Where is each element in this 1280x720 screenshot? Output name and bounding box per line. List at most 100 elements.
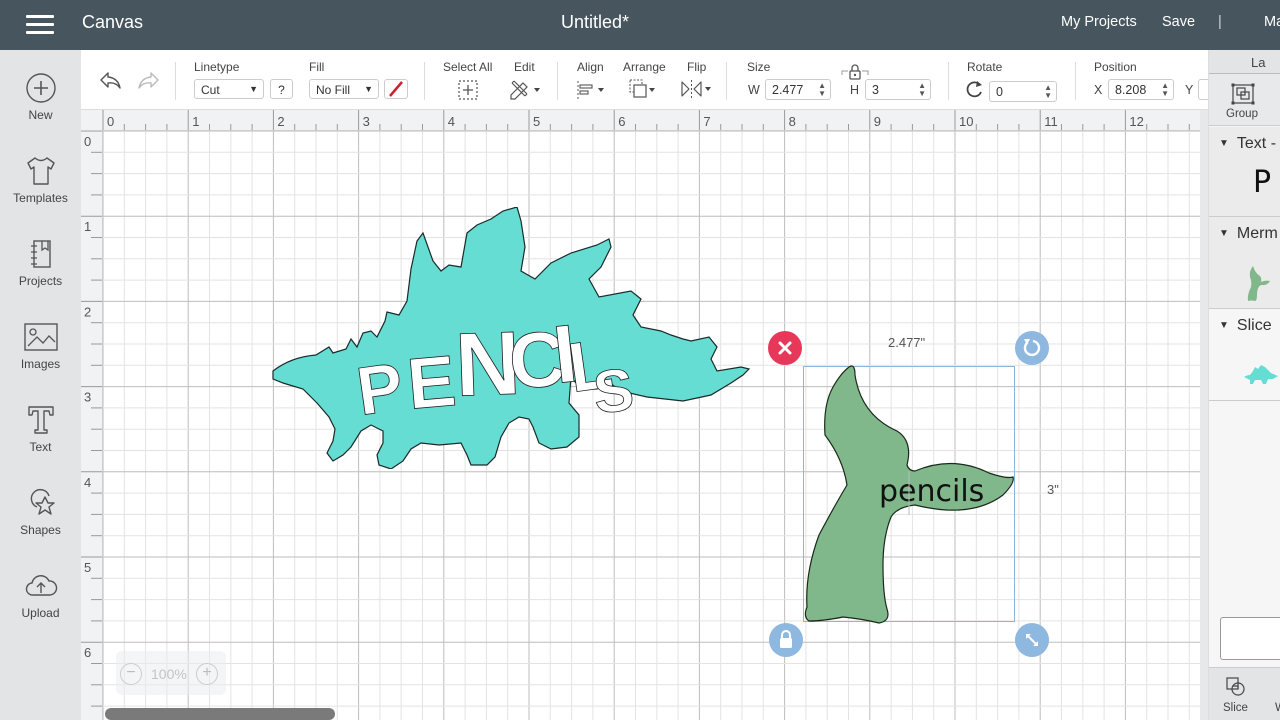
arrange-icon[interactable] xyxy=(628,78,660,100)
vertical-scrollbar-track[interactable] xyxy=(1200,110,1208,720)
horizontal-ruler: 0 1 2 3 4 5 6 7 8 9 10 11 12 xyxy=(81,110,1208,131)
ruler-label: 4 xyxy=(84,475,91,490)
zoom-out-button[interactable]: − xyxy=(120,663,142,685)
height-label: H xyxy=(850,83,860,97)
flip-icon[interactable] xyxy=(680,79,714,99)
save-button[interactable]: Save xyxy=(1162,14,1195,30)
resize-arrows-icon xyxy=(1026,634,1038,646)
sidebar-item-projects[interactable]: Projects xyxy=(0,238,81,288)
fill-color-swatch[interactable] xyxy=(384,79,408,99)
sidebar-item-templates[interactable]: Templates xyxy=(0,155,81,205)
layer-mermaid[interactable]: ▼ Merm xyxy=(1209,217,1280,309)
collapse-triangle-icon[interactable]: ▼ xyxy=(1219,228,1229,239)
ruler-label: 1 xyxy=(84,219,91,234)
sidebar-label: Images xyxy=(20,357,61,371)
horizontal-scrollbar-thumb[interactable] xyxy=(105,708,335,720)
sidebar-label: Shapes xyxy=(20,523,61,537)
slice-button[interactable]: Slice xyxy=(1209,668,1261,720)
linetype-select[interactable]: Cut ▼ xyxy=(194,79,264,99)
height-stepper[interactable]: ▲ ▼ xyxy=(918,82,926,98)
ruler-label: 2 xyxy=(84,304,91,319)
slice-icon xyxy=(1226,677,1245,696)
arrange-label: Arrange xyxy=(623,60,666,74)
sidebar-item-upload[interactable]: Upload xyxy=(0,570,81,620)
lock-handle[interactable] xyxy=(769,623,803,657)
zoom-level: 100% xyxy=(151,666,187,682)
edit-toolbar: Linetype Cut ▼ ? Fill No Fill ▼ Select All… xyxy=(81,50,1218,110)
delete-handle[interactable] xyxy=(768,331,802,365)
zoom-in-button[interactable]: + xyxy=(196,663,218,685)
redo-icon[interactable] xyxy=(135,70,161,92)
ruler-label: 7 xyxy=(703,114,710,129)
select-all-label: Select All xyxy=(443,60,493,74)
weld-label[interactable]: W xyxy=(1275,702,1280,714)
linetype-help-button[interactable]: ? xyxy=(270,79,293,99)
layers-tab[interactable]: La xyxy=(1209,50,1280,74)
group-button[interactable]: Group xyxy=(1209,74,1280,126)
sidebar-label: Upload xyxy=(21,606,60,620)
sidebar-item-images[interactable]: Images xyxy=(0,321,81,371)
sidebar-label: Templates xyxy=(13,191,68,205)
rotate-handle[interactable] xyxy=(1015,331,1049,365)
ruler-label: 5 xyxy=(533,114,540,129)
ruler-label: 3 xyxy=(363,114,370,129)
mermaid-tail-image[interactable]: pencils xyxy=(803,365,1017,625)
ruler-ticks: 0 1 2 3 4 5 6 xyxy=(81,131,102,707)
layer-title: Slice xyxy=(1236,317,1272,334)
width-stepper[interactable]: ▲ ▼ xyxy=(818,82,826,98)
letter-e: E xyxy=(404,341,459,425)
fill-label: Fill xyxy=(309,60,325,74)
collapse-triangle-icon[interactable]: ▼ xyxy=(1219,138,1229,149)
layer-title: Merm xyxy=(1236,225,1278,242)
text-t-icon xyxy=(27,406,54,434)
layers-actions-bar: Slice W xyxy=(1209,667,1280,720)
layer-slice[interactable]: ▼ Slice xyxy=(1209,309,1280,401)
collapse-triangle-icon[interactable]: ▼ xyxy=(1219,320,1229,331)
position-label: Position xyxy=(1094,60,1137,74)
ruler-label: 1 xyxy=(192,114,199,129)
canvas-color-swatch[interactable] xyxy=(1220,617,1280,660)
x-label: X xyxy=(1094,83,1103,97)
top-bar: Canvas Untitled* My Projects Save | Ma xyxy=(0,0,1280,50)
stegosaurus-thumbnail xyxy=(1244,365,1278,384)
sidebar-item-new[interactable]: New xyxy=(0,72,81,122)
topbar-divider: | xyxy=(1218,14,1222,30)
align-icon[interactable] xyxy=(576,80,608,100)
height-input[interactable]: 3 ▲ ▼ xyxy=(865,79,931,100)
sidebar-label: Text xyxy=(29,440,52,454)
resize-handle[interactable] xyxy=(1015,623,1049,657)
size-label: Size xyxy=(747,60,771,74)
zoom-control: − 100% + xyxy=(116,651,226,695)
design-canvas[interactable]: P E N C I L S 2.477" 3" pencils xyxy=(103,131,1208,720)
align-label: Align xyxy=(577,60,604,74)
rotate-input[interactable]: 0 ▲ ▼ xyxy=(989,81,1057,102)
ruler-label: 12 xyxy=(1129,114,1143,129)
sidebar-item-text[interactable]: Text xyxy=(0,404,81,454)
layer-title: Text - xyxy=(1236,135,1277,152)
edit-pencil-ruler-icon[interactable] xyxy=(508,78,542,100)
layers-panel: La Group ▼ Text - P ▼ Merm ▼ Slice Slice W xyxy=(1208,50,1280,720)
rotate-label: Rotate xyxy=(967,60,1003,74)
sidebar-item-shapes[interactable]: Shapes xyxy=(0,487,81,537)
plus-circle-icon xyxy=(25,73,56,103)
x-position-input[interactable]: 8.208 ▲ ▼ xyxy=(1108,79,1174,100)
my-projects-link[interactable]: My Projects xyxy=(1061,14,1137,30)
layer-text[interactable]: ▼ Text - P xyxy=(1209,127,1280,217)
rotate-icon[interactable] xyxy=(965,79,985,99)
undo-icon[interactable] xyxy=(98,70,124,92)
make-it-button[interactable]: Ma xyxy=(1264,14,1280,30)
lock-aspect-icon[interactable] xyxy=(841,63,869,81)
fill-select[interactable]: No Fill ▼ xyxy=(309,79,379,99)
sidebar-label: New xyxy=(28,108,53,122)
linetype-label: Linetype xyxy=(194,60,240,74)
ruler-label: 6 xyxy=(618,114,625,129)
rotate-stepper[interactable]: ▲ ▼ xyxy=(1044,84,1052,100)
width-input[interactable]: 2.477 ▲ ▼ xyxy=(765,79,831,100)
select-all-icon[interactable] xyxy=(457,79,479,101)
ruler-label: 0 xyxy=(84,134,91,149)
mermaid-pencils-text: pencils xyxy=(879,474,984,509)
stegosaurus-pencils-image[interactable]: P E N C I L S xyxy=(271,207,753,469)
ruler-ticks: 0 1 2 3 4 5 6 7 8 9 10 11 12 xyxy=(102,110,1190,130)
x-stepper[interactable]: ▲ ▼ xyxy=(1161,82,1169,98)
cloud-upload-icon xyxy=(25,575,57,596)
